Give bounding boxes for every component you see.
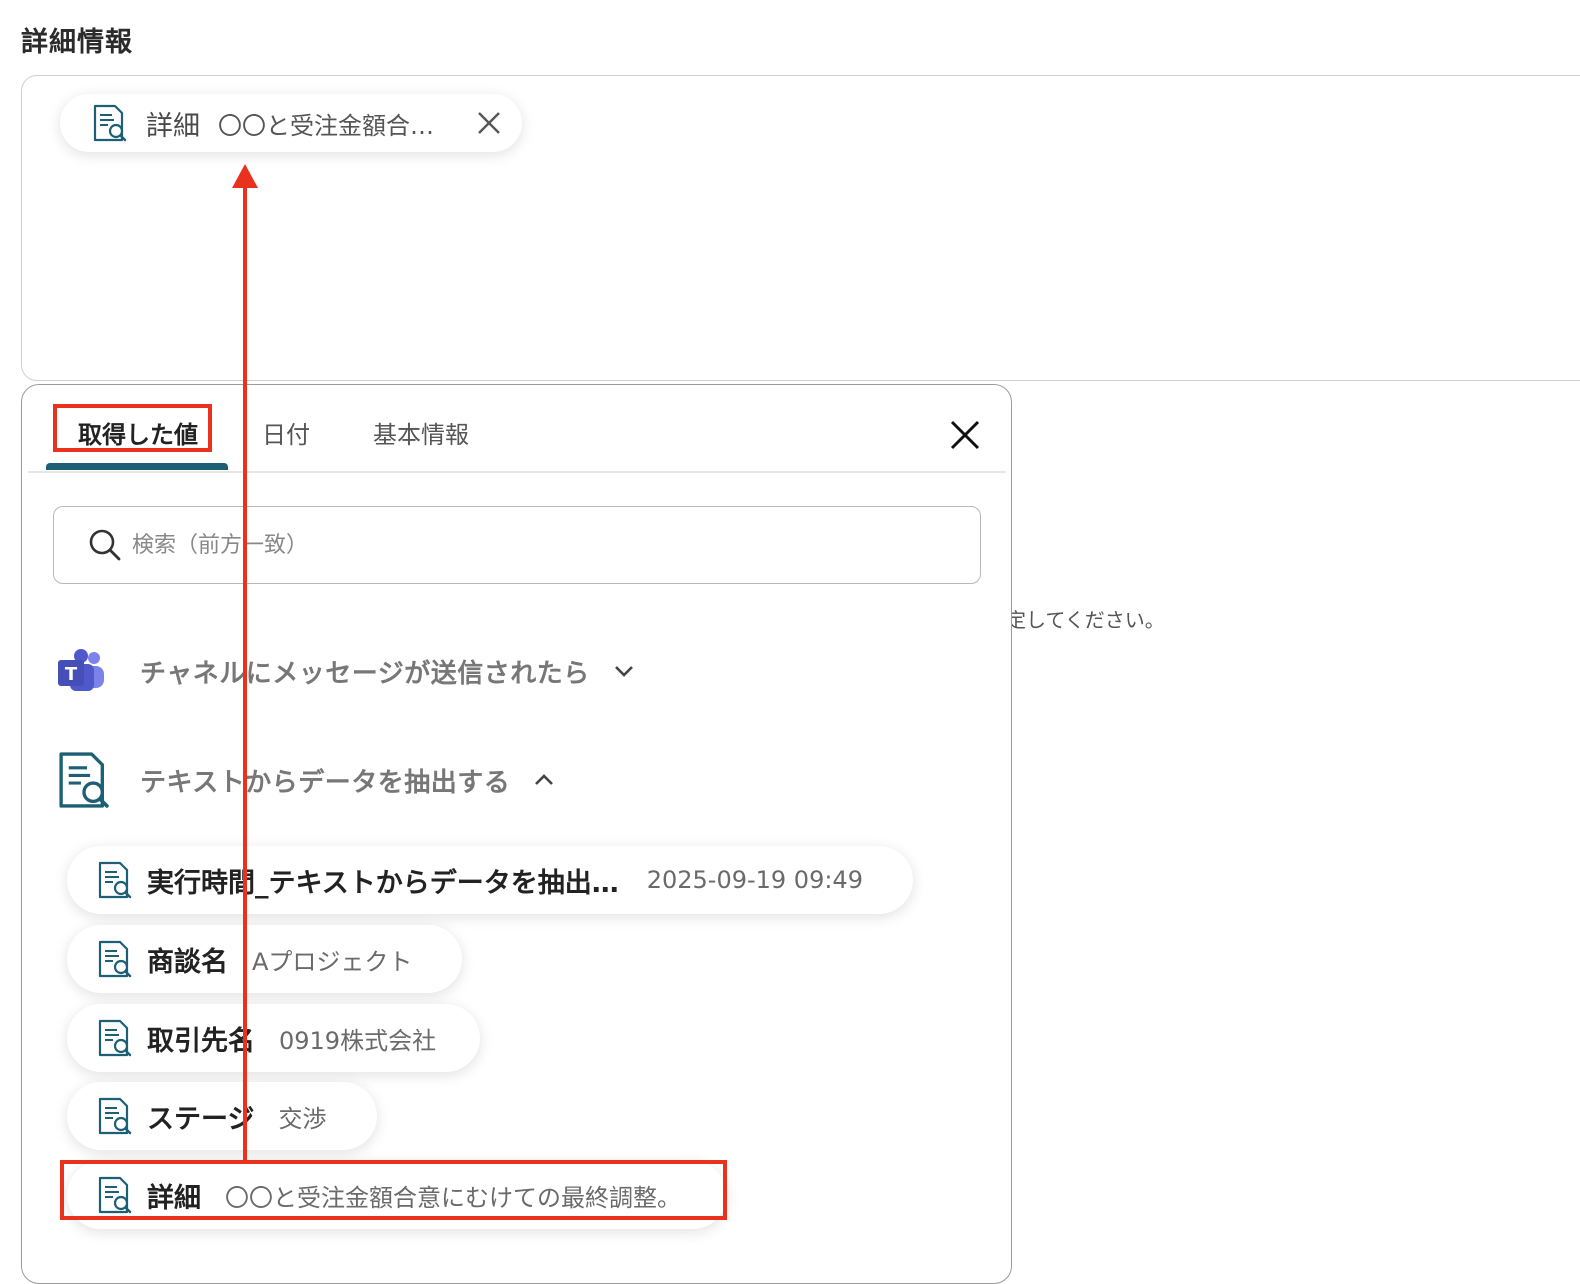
value-item-execution-time[interactable]: 実行時間_テキストからデータを抽出… 2025-09-19 09:49 xyxy=(67,846,913,914)
close-icon[interactable] xyxy=(949,419,981,451)
group-extract-trigger[interactable]: テキストからデータを抽出する xyxy=(56,751,556,809)
value-item-client-name[interactable]: 取引先名 0919株式会社 xyxy=(67,1004,480,1072)
document-search-icon xyxy=(97,861,133,899)
tab-divider xyxy=(28,471,1006,473)
chip-value: 〇〇と受注金額合… xyxy=(218,111,434,140)
active-tab-indicator xyxy=(46,463,228,470)
chip-key: 詳細 xyxy=(146,110,200,142)
document-search-icon xyxy=(56,751,112,809)
teams-icon: T xyxy=(58,649,104,691)
item-value: Aプロジェクト xyxy=(252,947,413,976)
document-search-icon xyxy=(97,1097,133,1135)
search-box xyxy=(53,506,981,584)
group-teams-trigger[interactable]: T チャネルにメッセージが送信されたら xyxy=(56,649,636,693)
group-title: チャネルにメッセージが送信されたら xyxy=(140,658,590,689)
svg-text:T: T xyxy=(65,664,78,685)
value-item-deal-name[interactable]: 商談名 Aプロジェクト xyxy=(67,925,462,993)
search-icon xyxy=(89,529,121,561)
background-hint-text: 定してください。 xyxy=(1006,608,1165,632)
item-value: 交渉 xyxy=(278,1104,327,1133)
item-key: 取引先名 xyxy=(147,1025,255,1057)
item-value: 〇〇と受注金額合意にむけての最終調整。 xyxy=(225,1183,681,1212)
document-search-icon xyxy=(97,1176,133,1214)
item-key: 商談名 xyxy=(147,946,228,978)
item-value: 2025-09-19 09:49 xyxy=(646,866,863,894)
document-search-icon xyxy=(97,1019,133,1057)
chevron-down-icon[interactable] xyxy=(612,659,636,683)
item-key: 実行時間_テキストからデータを抽出… xyxy=(147,867,619,899)
tab-date[interactable]: 日付 xyxy=(262,415,310,450)
item-key: ステージ xyxy=(147,1103,255,1135)
item-value: 0919株式会社 xyxy=(279,1026,437,1055)
value-picker-panel: 取得した値 日付 基本情報 T チャネルにメッセージが送信されたら テキストから… xyxy=(21,384,1012,1284)
chip-remove-icon[interactable] xyxy=(476,110,502,136)
value-item-stage[interactable]: ステージ 交渉 xyxy=(67,1082,377,1150)
chevron-up-icon[interactable] xyxy=(532,768,556,792)
search-input[interactable] xyxy=(130,531,934,559)
document-search-icon xyxy=(92,104,128,142)
selected-value-chip[interactable]: 詳細 〇〇と受注金額合… xyxy=(60,94,522,152)
tab-basic-info[interactable]: 基本情報 xyxy=(373,415,469,450)
section-title: 詳細情報 xyxy=(21,27,133,58)
value-item-detail[interactable]: 詳細 〇〇と受注金額合意にむけての最終調整。 xyxy=(67,1161,727,1229)
tab-acquired-values[interactable]: 取得した値 xyxy=(78,415,198,450)
document-search-icon xyxy=(97,940,133,978)
group-title: テキストからデータを抽出する xyxy=(140,767,511,798)
item-key: 詳細 xyxy=(147,1182,201,1214)
